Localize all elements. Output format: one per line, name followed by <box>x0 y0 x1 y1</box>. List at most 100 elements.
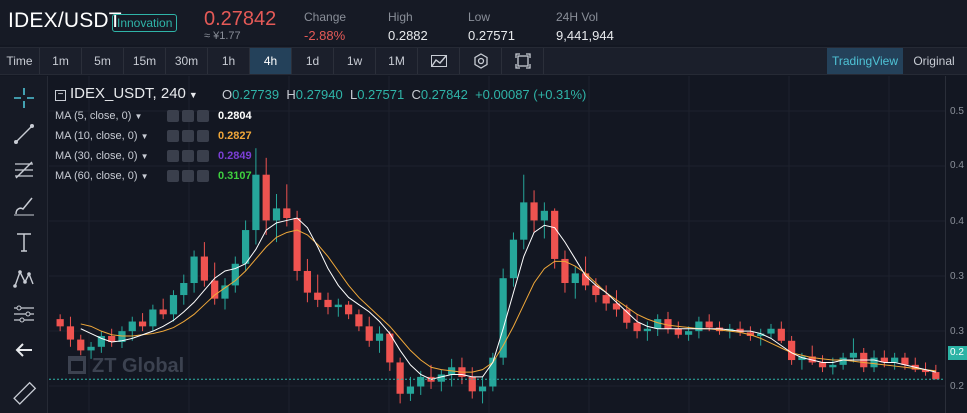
tf-30m[interactable]: 30m <box>166 48 208 74</box>
text-tool-icon[interactable] <box>10 228 38 256</box>
ma10-line <box>80 229 936 373</box>
tf-5m[interactable]: 5m <box>82 48 124 74</box>
original-button[interactable]: Original <box>905 48 963 74</box>
tf-time[interactable]: Time <box>0 48 40 74</box>
axis-label: 0.4 <box>950 216 964 227</box>
ma-60-row[interactable]: MA (60, close, 0) ▼ 0.3107 <box>55 168 252 184</box>
watermark-text: ZT Global <box>92 355 185 377</box>
candle-body <box>839 357 847 365</box>
tf-15m[interactable]: 15m <box>124 48 166 74</box>
open-key: O <box>222 87 233 102</box>
eye-icon[interactable] <box>167 170 179 182</box>
close-icon[interactable] <box>197 150 209 162</box>
vol-value: 9,441,944 <box>556 28 614 43</box>
gear-icon[interactable] <box>182 150 194 162</box>
candle-body <box>169 295 178 315</box>
close-value: 0.27842 <box>420 87 468 102</box>
high-label: High <box>388 10 413 24</box>
tf-1h[interactable]: 1h <box>208 48 250 74</box>
change-label: Change <box>304 10 347 24</box>
candle-body <box>66 326 75 340</box>
zt-logo-icon <box>68 356 86 374</box>
candle-body <box>272 208 281 221</box>
candle-body <box>365 326 373 341</box>
gear-icon[interactable] <box>182 170 194 182</box>
symbol-dropdown-icon[interactable]: ▼ <box>189 90 198 100</box>
eye-icon[interactable] <box>167 130 179 142</box>
candle-body <box>149 309 157 327</box>
tf-1w[interactable]: 1w <box>334 48 376 74</box>
candle-body <box>406 386 415 394</box>
back-arrow-icon[interactable] <box>10 336 38 364</box>
tradingview-button[interactable]: TradingView <box>827 48 903 74</box>
tf-1d[interactable]: 1d <box>292 48 334 74</box>
candle-body <box>200 256 208 281</box>
close-key: C <box>411 87 421 102</box>
tf-1M[interactable]: 1M <box>376 48 418 74</box>
high-key: H <box>286 87 296 102</box>
price-axis[interactable]: 0.5 0.4 0.4 0.3 0.3 0.2 0.2 <box>945 76 967 413</box>
axis-label: 0.3 <box>950 271 964 282</box>
candle-body <box>211 280 219 299</box>
candle-body <box>520 202 528 240</box>
candle-body <box>767 328 775 334</box>
tf-1m[interactable]: 1m <box>40 48 82 74</box>
candle-body <box>303 270 312 293</box>
gear-icon[interactable] <box>182 130 194 142</box>
candle-body <box>56 319 64 327</box>
candle-body <box>262 174 270 221</box>
price-cny: ≈ ¥1.77 <box>204 30 241 42</box>
close-icon[interactable] <box>197 170 209 182</box>
candle-body <box>932 372 940 380</box>
candle-body <box>829 364 837 368</box>
candle-body <box>293 218 301 271</box>
tf-4h[interactable]: 4h <box>250 48 292 74</box>
ma-value: 0.3107 <box>218 170 252 182</box>
candle-body <box>695 321 703 332</box>
ma-5-row[interactable]: MA (5, close, 0) ▼ 0.2804 <box>55 108 252 124</box>
candle-body <box>77 339 85 351</box>
change-readout: +0.00087 (+0.31%) <box>475 87 587 102</box>
fullscreen-icon[interactable] <box>502 48 544 74</box>
high-value: 0.2882 <box>388 28 428 43</box>
candle-body <box>540 210 548 221</box>
symbol-legend[interactable]: − IDEX_USDT, 240 ▼ <box>55 85 198 102</box>
ma-10-row[interactable]: MA (10, close, 0) ▼ 0.2827 <box>55 128 252 144</box>
measure-icon[interactable] <box>10 300 38 328</box>
close-icon[interactable] <box>197 130 209 142</box>
ma-value: 0.2827 <box>218 130 252 142</box>
axis-label: 0.5 <box>950 106 964 117</box>
crosshair-icon[interactable] <box>10 84 38 112</box>
chart-type-icon[interactable] <box>418 48 460 74</box>
ma-30-row[interactable]: MA (30, close, 0) ▼ 0.2849 <box>55 148 252 164</box>
eye-icon[interactable] <box>167 110 179 122</box>
candle-body <box>551 210 559 259</box>
candle-body <box>705 321 713 328</box>
axis-label: 0.3 <box>950 326 964 337</box>
candle-body <box>777 328 785 341</box>
ruler-icon[interactable] <box>10 380 38 408</box>
candle-body <box>180 283 188 296</box>
last-price: 0.27842 <box>204 8 277 30</box>
settings-icon[interactable] <box>460 48 502 74</box>
candle-body <box>283 208 291 219</box>
candle-body <box>788 340 796 361</box>
brush-icon[interactable] <box>10 192 38 220</box>
trend-line-icon[interactable] <box>10 120 38 148</box>
fib-tool-icon[interactable] <box>10 156 38 184</box>
candle-body <box>674 328 682 335</box>
candle-body <box>684 331 693 335</box>
gear-icon[interactable] <box>182 110 194 122</box>
pattern-icon[interactable] <box>10 264 38 292</box>
candle-body <box>190 256 198 284</box>
collapse-icon[interactable]: − <box>55 90 66 101</box>
close-icon[interactable] <box>197 110 209 122</box>
open-value: 0.27739 <box>232 87 280 102</box>
low-value: 0.27571 <box>468 28 515 43</box>
innovation-badge[interactable]: Innovation <box>112 14 178 32</box>
vol-label: 24H Vol <box>556 10 599 24</box>
candle-body <box>818 362 827 368</box>
eye-icon[interactable] <box>167 150 179 162</box>
candle-body <box>417 376 425 387</box>
candle-body <box>128 321 136 332</box>
